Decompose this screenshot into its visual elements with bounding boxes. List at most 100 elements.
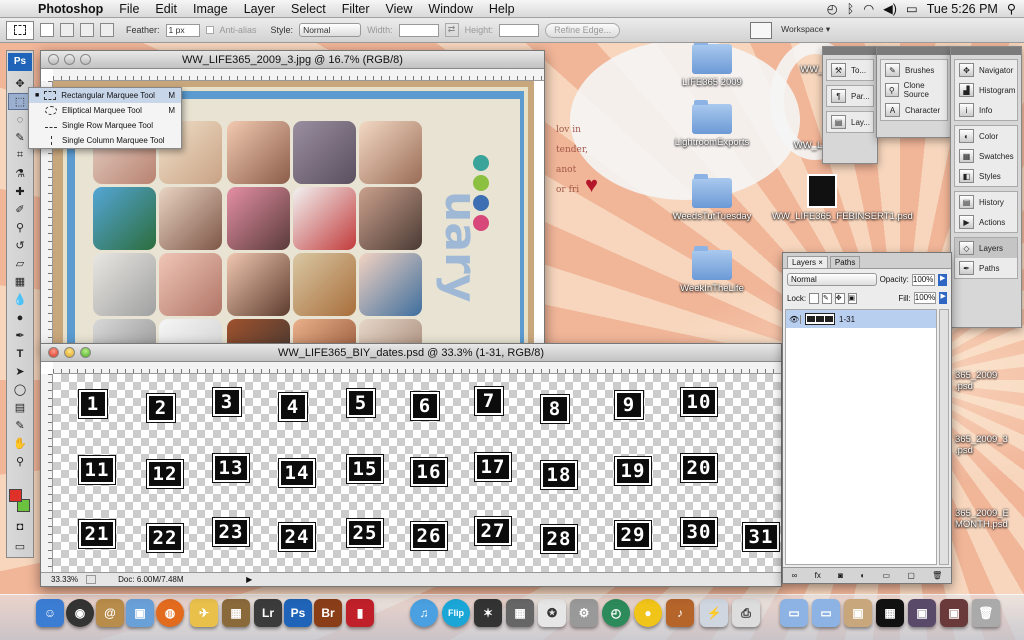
clock[interactable]: Tue 5:26 PM [927, 2, 998, 16]
eyedropper-2-icon[interactable]: ✎ [8, 417, 32, 434]
hand-tool-icon[interactable]: ✋ [8, 435, 32, 452]
network-icon[interactable]: ⚡ [700, 599, 728, 627]
tool-preset-picker[interactable] [6, 20, 34, 40]
menu-app[interactable]: Photoshop [30, 2, 111, 16]
firefox-icon[interactable]: ◍ [156, 599, 184, 627]
bluetooth-icon[interactable]: ᛒ [847, 2, 855, 16]
type-tool-icon[interactable]: T [8, 345, 32, 362]
flyout-ellipse-marquee[interactable]: Elliptical Marquee Tool M [29, 103, 181, 118]
desktop-file[interactable]: 365_2009 .psd [955, 370, 1015, 392]
system-prefs-icon[interactable]: ⚙ [570, 599, 598, 627]
layer-style-icon[interactable]: fx [815, 571, 821, 580]
photoshop-dock-icon[interactable]: Ps [284, 599, 312, 627]
gradient-icon[interactable]: ▦ [8, 273, 32, 290]
bulb-icon[interactable]: ✪ [538, 599, 566, 627]
healing-brush-icon[interactable]: ✚ [8, 183, 32, 200]
intersect-selection-icon[interactable] [100, 23, 114, 37]
menu-edit[interactable]: Edit [147, 2, 185, 16]
preview-icon[interactable]: ▣ [126, 599, 154, 627]
canvas-psd[interactable]: 1 2 3 4 5 6 7 8 9 10 11 12 13 14 15 16 17 18 19 20 21 22 23 24 2… [53, 374, 781, 573]
panel-character[interactable]: A Character [881, 100, 947, 120]
menu-filter[interactable]: Filter [334, 2, 378, 16]
link-layers-icon[interactable]: ∞ [792, 571, 798, 580]
panel-histogram[interactable]: ▟ Histogram [955, 80, 1017, 100]
panel-navigator[interactable]: ✥ Navigator [955, 60, 1017, 80]
panel-info[interactable]: i Info [955, 100, 1017, 120]
panel-paths[interactable]: ✒ Paths [955, 258, 1017, 278]
zoom-level[interactable]: 33.33% [51, 575, 78, 584]
image-stack-icon[interactable]: ▣ [844, 599, 872, 627]
crop-tool-icon[interactable]: ⌗ [8, 147, 32, 164]
style-select[interactable]: Normal [299, 23, 362, 37]
notes-icon[interactable]: ▤ [8, 399, 32, 416]
menu-select[interactable]: Select [283, 2, 334, 16]
status-icon[interactable] [86, 575, 97, 584]
panel-layers[interactable]: ◇ Layers [955, 238, 1017, 258]
desktop-folder[interactable]: LightroomExports [662, 100, 762, 148]
eye-icon[interactable]: 👁 [789, 314, 801, 324]
duck-icon[interactable]: ● [634, 599, 662, 627]
panel-collapse-bar[interactable] [951, 47, 1021, 55]
layer-mask-icon[interactable]: ◙ [838, 571, 843, 580]
book-icon[interactable]: ▮ [346, 599, 374, 627]
palette-well-icon[interactable] [750, 21, 773, 39]
guitar-icon[interactable]: ♪ [666, 599, 694, 627]
opacity-input[interactable]: 100% [911, 273, 936, 286]
workspace-menu[interactable]: Workspace ▾ [778, 23, 833, 37]
flyout-rect-marquee[interactable]: ■ Rectangular Marquee Tool M [29, 88, 181, 103]
doc-size[interactable]: Doc: 6.00M/7.48M [118, 575, 238, 584]
dodge-icon[interactable]: ● [8, 309, 32, 326]
desktop-folder[interactable]: WeedsTutTuesday [662, 174, 762, 222]
printer-icon[interactable]: ⎙ [732, 599, 760, 627]
path-select-icon[interactable]: ➤ [8, 363, 32, 380]
foreground-color-swatch[interactable] [9, 489, 22, 502]
new-selection-icon[interactable] [40, 23, 54, 37]
spotlight-icon[interactable]: ⚲ [1007, 1, 1016, 16]
menu-help[interactable]: Help [481, 2, 523, 16]
screen-mode-icon[interactable]: ▭ [8, 538, 32, 555]
wifi-icon[interactable]: ◠ [863, 1, 874, 16]
itunes-icon[interactable]: ♫ [410, 599, 438, 627]
close-tab-icon[interactable]: × [818, 258, 823, 267]
folder-stack-2-icon[interactable]: ▭ [812, 599, 840, 627]
fill-arrow-icon[interactable]: ▶ [939, 292, 948, 304]
bridge-icon[interactable]: Br [314, 599, 342, 627]
minimize-button[interactable] [64, 347, 75, 358]
eraser-icon[interactable]: ▱ [8, 255, 32, 272]
photoshop-logo[interactable]: Ps [8, 53, 32, 71]
desktop-file[interactable]: 365_2009_3 .psd [955, 434, 1015, 456]
desktop-folder[interactable]: WeekInTheLife [662, 246, 762, 294]
calculator-icon[interactable]: ▦ [506, 599, 534, 627]
swap-icon[interactable]: ⇄ [444, 23, 459, 37]
desktop-file[interactable]: WW_LIFE365_FEBINSERT1.psd [772, 174, 913, 222]
iphoto-icon[interactable]: ▦ [222, 599, 250, 627]
tab-layers[interactable]: Layers × [787, 256, 828, 268]
layer-row[interactable]: 👁 1-31 [786, 310, 936, 328]
trash-icon[interactable]: 🗑 [932, 571, 942, 580]
minimize-button[interactable] [64, 54, 75, 65]
lock-pixels-icon[interactable]: ✎ [821, 292, 832, 304]
menu-window[interactable]: Window [420, 2, 480, 16]
psd-stack-icon[interactable]: ▦ [876, 599, 904, 627]
desktop-file[interactable]: 365_2009_E MONTH.psd [955, 508, 1021, 530]
blend-mode-select[interactable]: Normal [787, 273, 877, 286]
finder-icon[interactable]: ☺ [36, 599, 64, 627]
new-group-icon[interactable]: ▭ [882, 571, 890, 580]
desktop-folder[interactable]: LIFE365 2009 [662, 40, 762, 88]
add-selection-icon[interactable] [60, 23, 74, 37]
opacity-arrow-icon[interactable]: ▶ [938, 273, 947, 286]
panel-color[interactable]: ◐ Color [955, 126, 1017, 146]
layers-scrollbar[interactable] [939, 309, 949, 565]
flip-video-icon[interactable]: Flip [442, 599, 470, 627]
brush-tool-icon[interactable]: ✐ [8, 201, 32, 218]
width-input[interactable] [398, 23, 439, 37]
lock-transparency-icon[interactable] [809, 292, 819, 304]
flyout-column-marquee[interactable]: Single Column Marquee Tool [29, 133, 181, 148]
panel-paragraph[interactable]: ¶ Par... [827, 86, 873, 106]
battery-icon[interactable]: ▭ [906, 1, 918, 16]
zoom-button[interactable] [80, 54, 91, 65]
imovie-icon[interactable]: ✶ [474, 599, 502, 627]
quick-mask-icon[interactable]: ◘ [8, 518, 32, 535]
shape-tool-icon[interactable]: ◯ [8, 381, 32, 398]
close-button[interactable] [48, 54, 59, 65]
